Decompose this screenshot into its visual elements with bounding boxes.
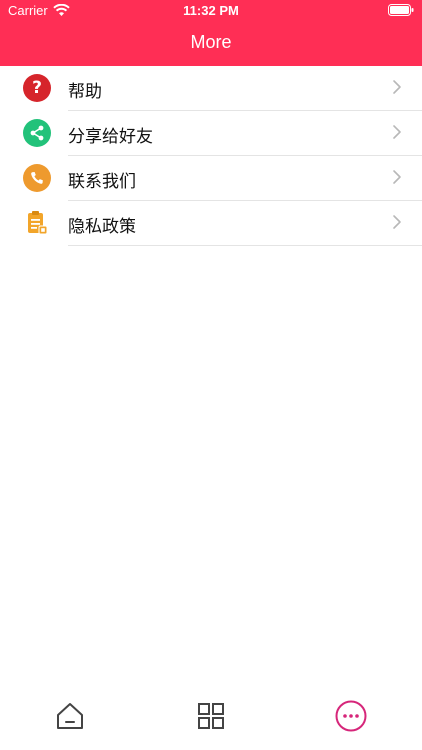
home-icon: [57, 703, 83, 729]
clipboard-icon: [23, 209, 51, 237]
help-icon: ?: [23, 74, 51, 102]
menu-item-label: 隐私政策: [68, 217, 136, 237]
menu-item-label: 联系我们: [68, 172, 136, 192]
tab-home[interactable]: [52, 698, 88, 734]
page-title: More: [190, 32, 232, 52]
menu-item-help[interactable]: ? 帮助: [0, 66, 422, 111]
more-menu-list: ? 帮助 分享给好友 联系我们 隐私政策: [0, 66, 422, 246]
status-bar: Carrier 11:32 PM: [0, 0, 422, 22]
bottom-tab-bar: [0, 690, 422, 750]
menu-item-share[interactable]: 分享给好友: [0, 111, 422, 156]
chevron-right-icon: [393, 215, 401, 229]
menu-item-label: 分享给好友: [68, 127, 153, 147]
battery-icon: [388, 4, 414, 16]
grid-icon: [198, 703, 224, 729]
chevron-right-icon: [393, 170, 401, 184]
more-icon: [335, 700, 367, 732]
share-icon: [23, 119, 51, 147]
status-time: 11:32 PM: [183, 3, 239, 18]
tab-apps[interactable]: [193, 698, 229, 734]
phone-icon: [23, 164, 51, 192]
menu-item-contact[interactable]: 联系我们: [0, 156, 422, 201]
chevron-right-icon: [393, 80, 401, 94]
tab-more[interactable]: [333, 698, 369, 734]
menu-item-label: 帮助: [68, 82, 102, 102]
menu-item-privacy[interactable]: 隐私政策: [0, 201, 422, 246]
chevron-right-icon: [393, 125, 401, 139]
navigation-header: Carrier 11:32 PM More: [0, 0, 422, 66]
